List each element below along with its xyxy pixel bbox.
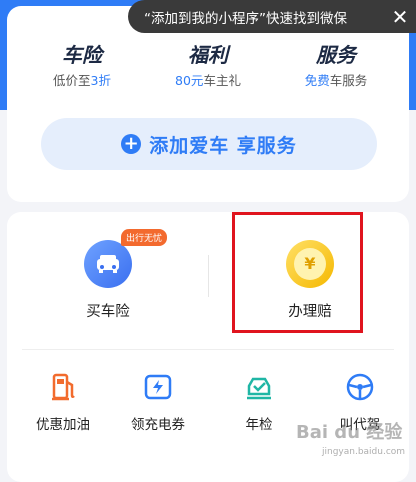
buy-insurance-button[interactable]: 买车险	[38, 240, 178, 321]
feature-title: 服务	[316, 43, 356, 67]
feature-service[interactable]: 服务 免费车服务	[271, 42, 401, 89]
steering-wheel-icon	[343, 370, 377, 404]
tool-label: 年检	[245, 417, 273, 433]
feature-subtitle: 80元车主礼	[175, 73, 241, 88]
tool-charging[interactable]: 领充电券	[113, 370, 203, 433]
highlight-box	[232, 212, 363, 333]
tool-label: 领充电券	[131, 417, 185, 433]
feature-card	[7, 6, 409, 202]
tool-fuel[interactable]: 优惠加油	[18, 370, 108, 433]
car-icon	[84, 240, 132, 288]
plus-icon: +	[121, 134, 142, 154]
tool-inspection[interactable]: 年检	[214, 370, 304, 433]
watermark: Bai du 经验	[296, 422, 403, 443]
add-car-label: 添加爱车 享服务	[149, 134, 297, 157]
feature-subtitle: 免费车服务	[304, 73, 368, 88]
divider	[208, 255, 209, 297]
fuel-pump-icon	[46, 370, 80, 404]
add-mini-program-toast: “添加到我的小程序”快速找到微保 ✕	[128, 0, 416, 33]
feature-car-insurance[interactable]: 车险 低价至3折	[17, 42, 147, 89]
inspection-car-icon	[242, 370, 276, 404]
divider	[22, 349, 394, 350]
toast-text: “添加到我的小程序”快速找到微保	[144, 10, 347, 27]
service-label: 买车险	[86, 304, 130, 320]
close-icon[interactable]: ✕	[384, 5, 416, 29]
watermark-url: jingyan.baidu.com	[322, 447, 406, 457]
feature-subtitle: 低价至3折	[53, 73, 111, 88]
feature-benefits[interactable]: 福利 80元车主礼	[143, 42, 273, 89]
charging-coupon-icon	[141, 370, 175, 404]
tool-label: 优惠加油	[36, 417, 90, 433]
feature-title: 福利	[188, 43, 228, 67]
promo-badge: 出行无忧	[121, 229, 168, 246]
add-car-button[interactable]: + 添加爱车 享服务	[41, 118, 377, 170]
feature-title: 车险	[62, 43, 102, 67]
